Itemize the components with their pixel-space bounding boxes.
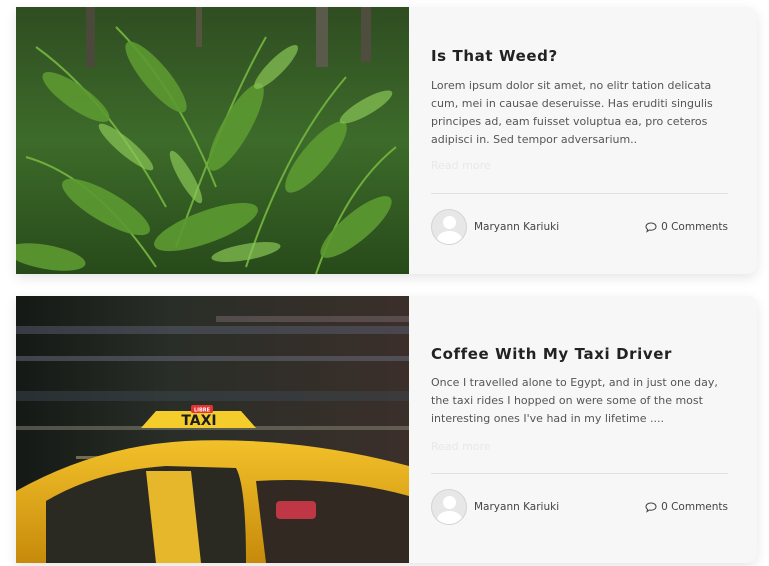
post-body: Is That Weed? Lorem ipsum dolor sit amet… xyxy=(409,7,757,274)
post-title[interactable]: Coffee With My Taxi Driver xyxy=(431,345,672,363)
post-meta: Maryann Kariuki 0 Comments xyxy=(431,209,728,245)
avatar[interactable] xyxy=(431,489,467,525)
post-thumbnail[interactable] xyxy=(16,7,409,274)
comments-count: 0 Comments xyxy=(661,221,728,233)
post-excerpt: Lorem ipsum dolor sit amet, no elitr tat… xyxy=(431,79,713,146)
post-card: LIBRE TAXI Coffee With My Taxi Driver On… xyxy=(16,296,757,563)
comments-link[interactable]: 0 Comments xyxy=(645,501,728,513)
comment-icon xyxy=(645,221,657,233)
taxi-sign-text: TAXI xyxy=(181,413,216,429)
post-excerpt: Once I travelled alone to Egypt, and in … xyxy=(431,376,718,425)
comment-icon xyxy=(645,501,657,513)
comments-count: 0 Comments xyxy=(661,501,728,513)
fern-photo xyxy=(16,7,409,274)
read-more-link[interactable]: Read more xyxy=(431,440,491,453)
divider xyxy=(431,193,728,194)
comments-link[interactable]: 0 Comments xyxy=(645,221,728,233)
post-body: Coffee With My Taxi Driver Once I travel… xyxy=(409,296,757,563)
author-name[interactable]: Maryann Kariuki xyxy=(474,501,559,513)
post-thumbnail[interactable]: LIBRE TAXI xyxy=(16,296,409,563)
author-name[interactable]: Maryann Kariuki xyxy=(474,221,559,233)
read-more-link[interactable]: Read more xyxy=(431,159,491,172)
avatar[interactable] xyxy=(431,209,467,245)
post-meta: Maryann Kariuki 0 Comments xyxy=(431,489,728,525)
post-card: Is That Weed? Lorem ipsum dolor sit amet… xyxy=(16,7,757,274)
taxi-photo: LIBRE TAXI xyxy=(16,296,409,563)
post-title[interactable]: Is That Weed? xyxy=(431,47,558,65)
divider xyxy=(431,473,728,474)
